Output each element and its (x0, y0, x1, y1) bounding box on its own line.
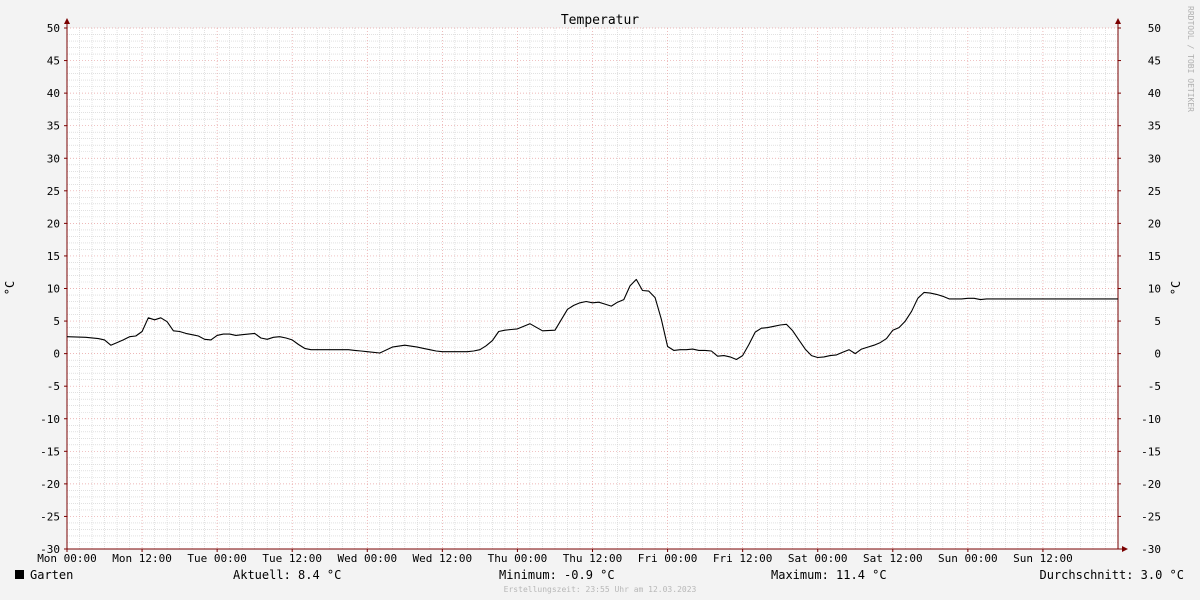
x-tick-label: Tue 12:00 (262, 552, 322, 565)
y-tick-label-left: 20 (47, 217, 60, 230)
y-tick-label-right: 15 (1148, 250, 1161, 263)
y-tick-label-left: 10 (47, 283, 60, 296)
legend-series-name: Garten (30, 568, 73, 582)
x-tick-label: Sat 00:00 (788, 552, 848, 565)
y-tick-label-right: 35 (1148, 120, 1161, 133)
y-tick-label-left: 50 (47, 22, 60, 35)
y-tick-label-right: -30 (1141, 543, 1161, 556)
y-axis-unit-right: °C (1169, 281, 1183, 295)
x-tick-label: Mon 12:00 (112, 552, 172, 565)
y-tick-label-right: -15 (1141, 445, 1161, 458)
x-tick-label: Wed 12:00 (413, 552, 473, 565)
x-tick-label: Fri 12:00 (713, 552, 773, 565)
creation-time: Erstellungszeit: 23:55 Uhr am 12.03.2023 (504, 585, 697, 594)
y-tick-label-right: -20 (1141, 478, 1161, 491)
y-tick-label-right: 10 (1148, 283, 1161, 296)
y-tick-label-left: -15 (40, 445, 60, 458)
temperature-chart: 50454035302520151050-5-10-15-20-25-30 50… (0, 0, 1200, 600)
stat-maximum: Maximum: 11.4 °C (771, 568, 887, 582)
x-tick-label: Mon 00:00 (37, 552, 97, 565)
y-axis-unit-left: °C (3, 281, 17, 295)
x-tick-label: Fri 00:00 (638, 552, 698, 565)
y-tick-label-left: 35 (47, 120, 60, 133)
y-tick-label-right: 5 (1154, 315, 1161, 328)
y-tick-label-right: -10 (1141, 413, 1161, 426)
y-tick-label-left: 40 (47, 87, 60, 100)
y-tick-label-right: -5 (1148, 380, 1161, 393)
y-tick-label-left: -5 (47, 380, 60, 393)
y-tick-label-left: 25 (47, 185, 60, 198)
x-tick-label: Thu 12:00 (563, 552, 623, 565)
x-tick-label: Sun 12:00 (1013, 552, 1073, 565)
y-tick-label-right: 45 (1148, 55, 1161, 68)
y-tick-label-left: -20 (40, 478, 60, 491)
y-tick-label-left: 0 (53, 348, 60, 361)
stat-current: Aktuell: 8.4 °C (233, 568, 341, 582)
y-tick-label-left: 15 (47, 250, 60, 263)
y-tick-label-left: -10 (40, 413, 60, 426)
y-tick-label-right: 0 (1154, 348, 1161, 361)
x-tick-label: Sun 00:00 (938, 552, 998, 565)
x-tick-label: Tue 00:00 (187, 552, 247, 565)
x-tick-label: Sat 12:00 (863, 552, 923, 565)
y-tick-label-left: 30 (47, 152, 60, 165)
y-tick-label-right: 40 (1148, 87, 1161, 100)
legend-swatch (15, 570, 24, 579)
watermark: RRDTOOL / TOBI OETIKER (1186, 6, 1195, 112)
y-tick-label-left: 5 (53, 315, 60, 328)
y-tick-label-left: 45 (47, 55, 60, 68)
x-tick-label: Thu 00:00 (488, 552, 548, 565)
chart-title: Temperatur (561, 13, 639, 28)
y-tick-label-right: 20 (1148, 217, 1161, 230)
stat-average: Durchschnitt: 3.0 °C (1040, 568, 1185, 582)
y-tick-label-right: -25 (1141, 510, 1161, 523)
y-tick-label-right: 30 (1148, 152, 1161, 165)
stat-minimum: Minimum: -0.9 °C (499, 568, 615, 582)
x-tick-label: Wed 00:00 (337, 552, 397, 565)
y-tick-label-right: 50 (1148, 22, 1161, 35)
y-tick-label-right: 25 (1148, 185, 1161, 198)
y-tick-label-left: -25 (40, 510, 60, 523)
